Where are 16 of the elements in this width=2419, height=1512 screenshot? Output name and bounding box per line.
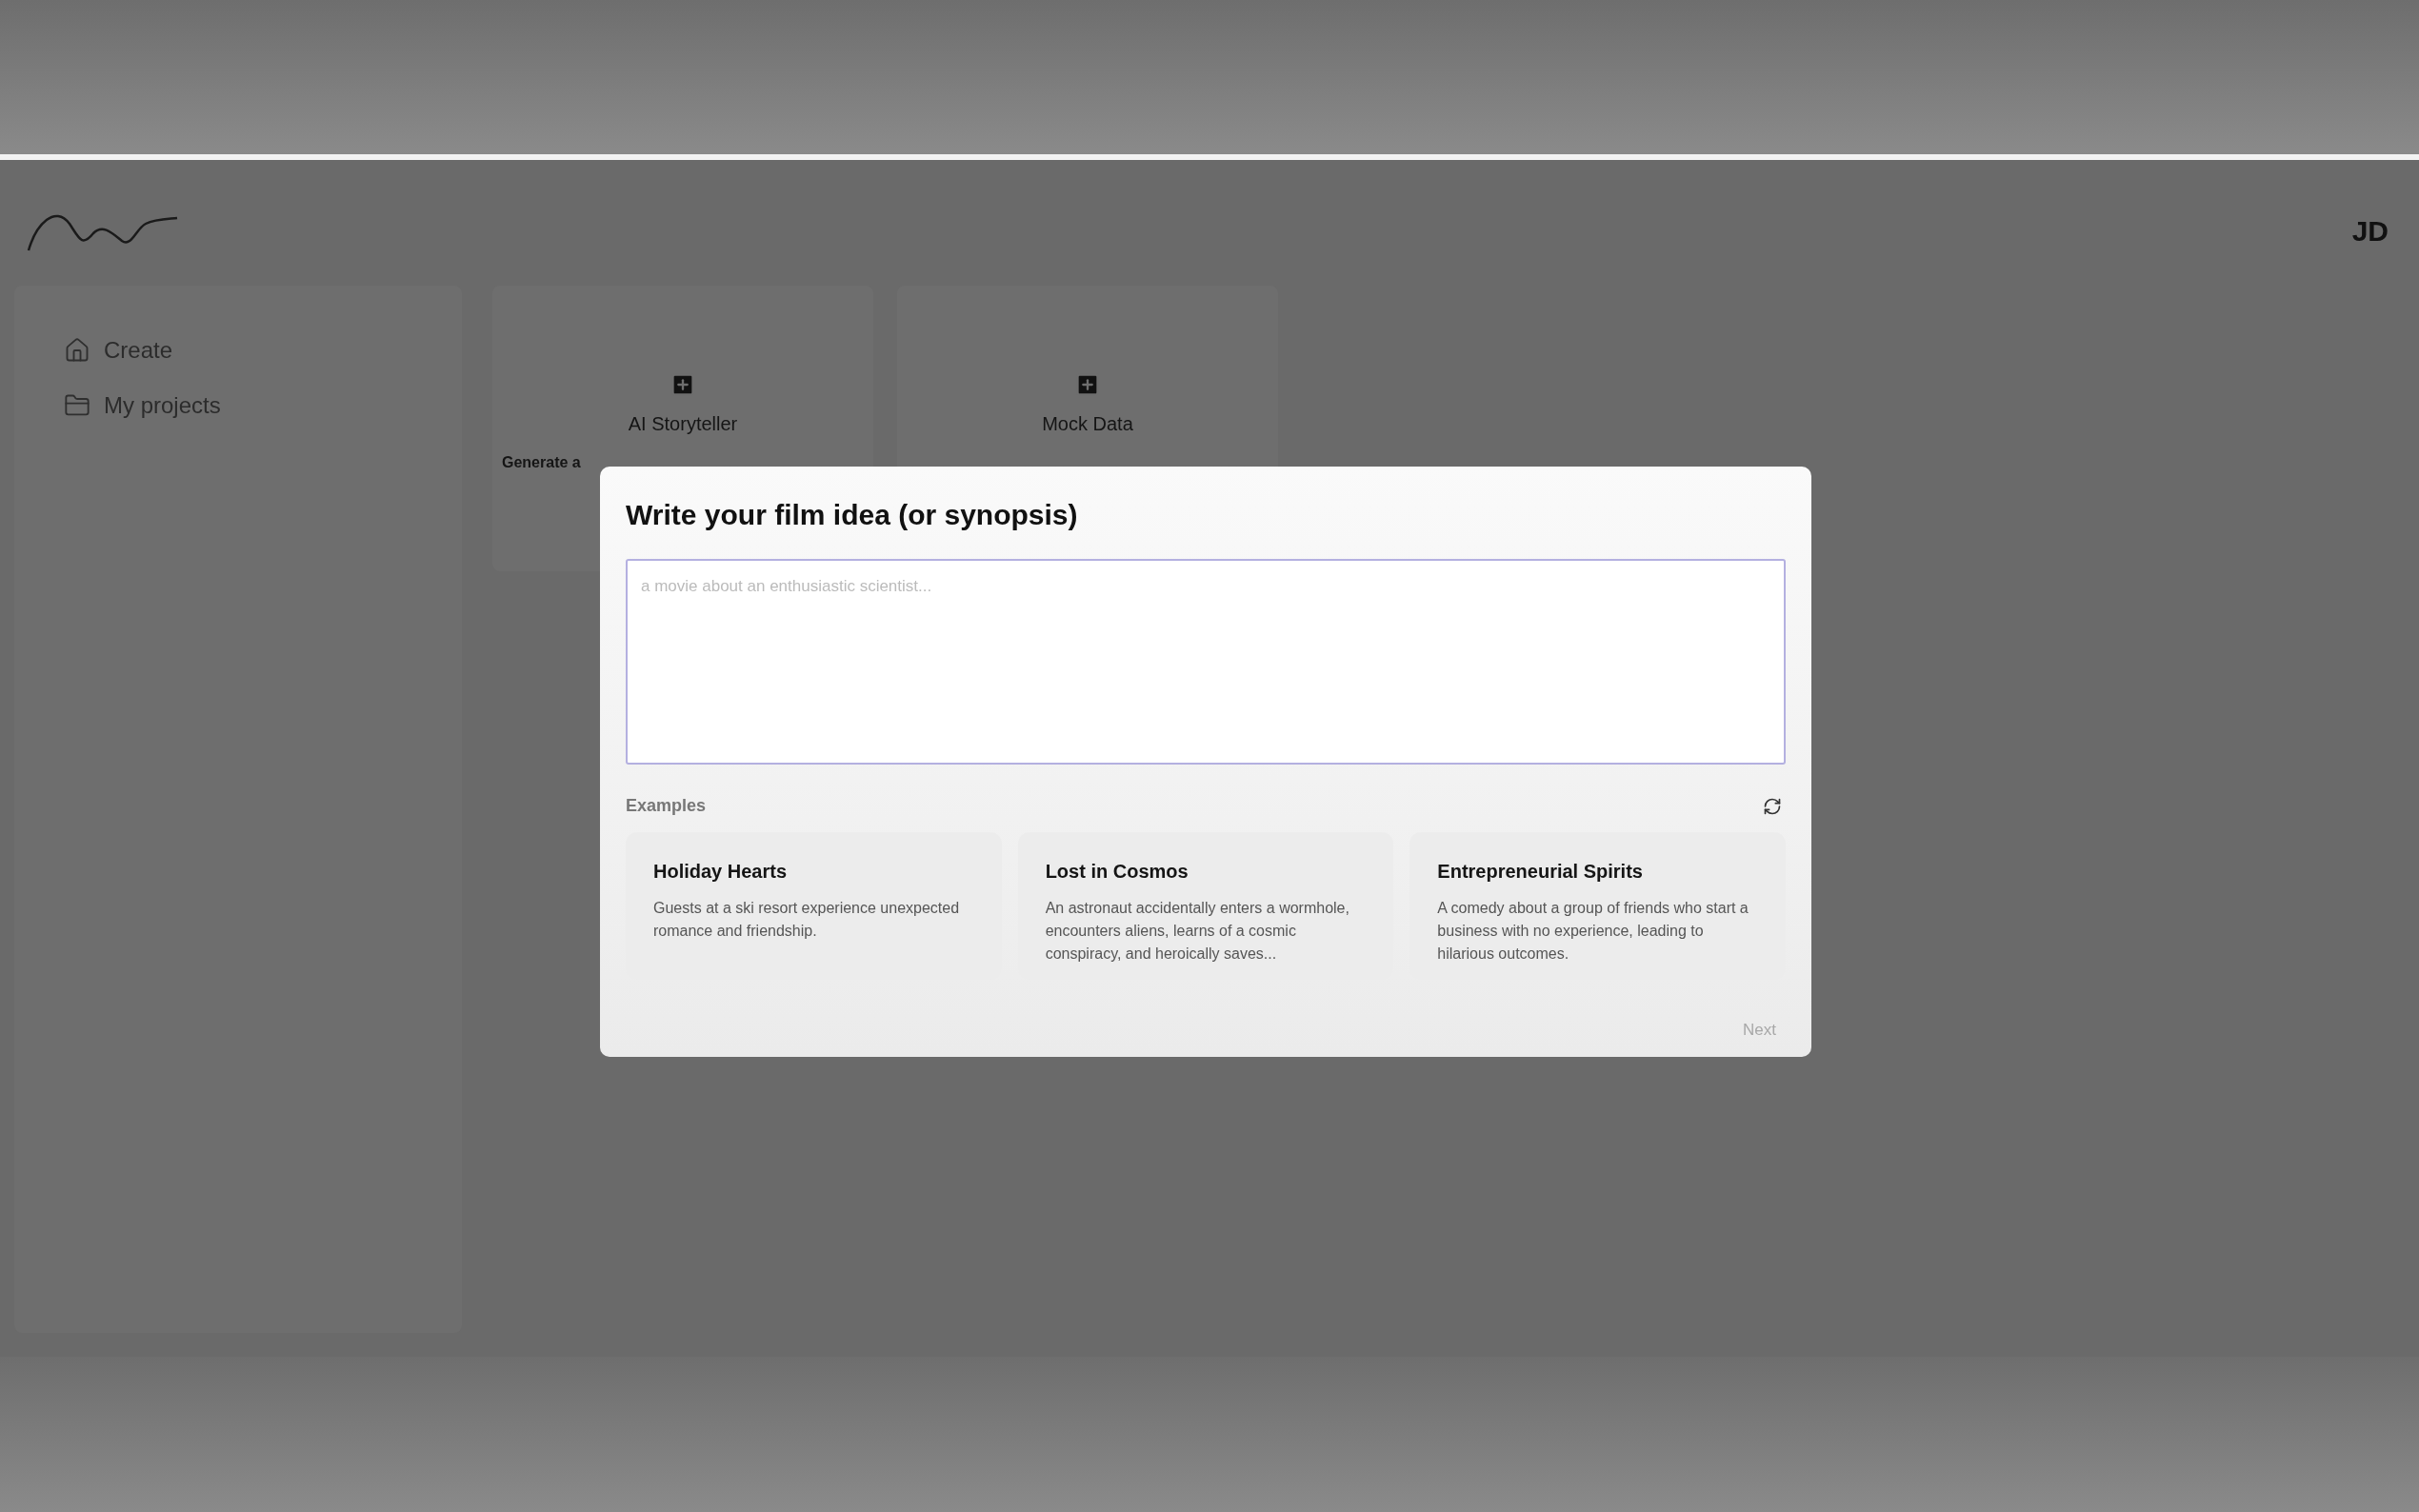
example-description: A comedy about a group of friends who start a business with no experience, leading to hilarious outcomes. [1437,899,1749,964]
tool-title: Mock Data [1042,412,1133,436]
example-title: Lost in Cosmos [1045,860,1190,884]
example-description: An astronaut accidentally enters a wormhole, encounters aliens, learns of a cosmic conspiracy, and heroically saves... [1045,899,1350,964]
synopsis-field[interactable]: a movie about an enthusiastic scientist... [626,559,1786,765]
example-description: Guests at a ski resort experience unexpected romance and friendship. [653,899,961,941]
sidebar-item[interactable]: Create [104,333,173,368]
example-title: Holiday Hearts [653,860,789,884]
sidebar-item[interactable]: My projects [104,388,221,423]
home-icon [64,337,90,364]
examples-label: Examples [626,795,707,817]
refresh-icon[interactable] [1763,796,1782,816]
tool-title: AI Storyteller [628,412,738,436]
user-initials[interactable]: JD [2351,209,2389,252]
example-title: Entrepreneurial Spirits [1437,860,1644,884]
tool-description: Generate a [502,453,581,472]
